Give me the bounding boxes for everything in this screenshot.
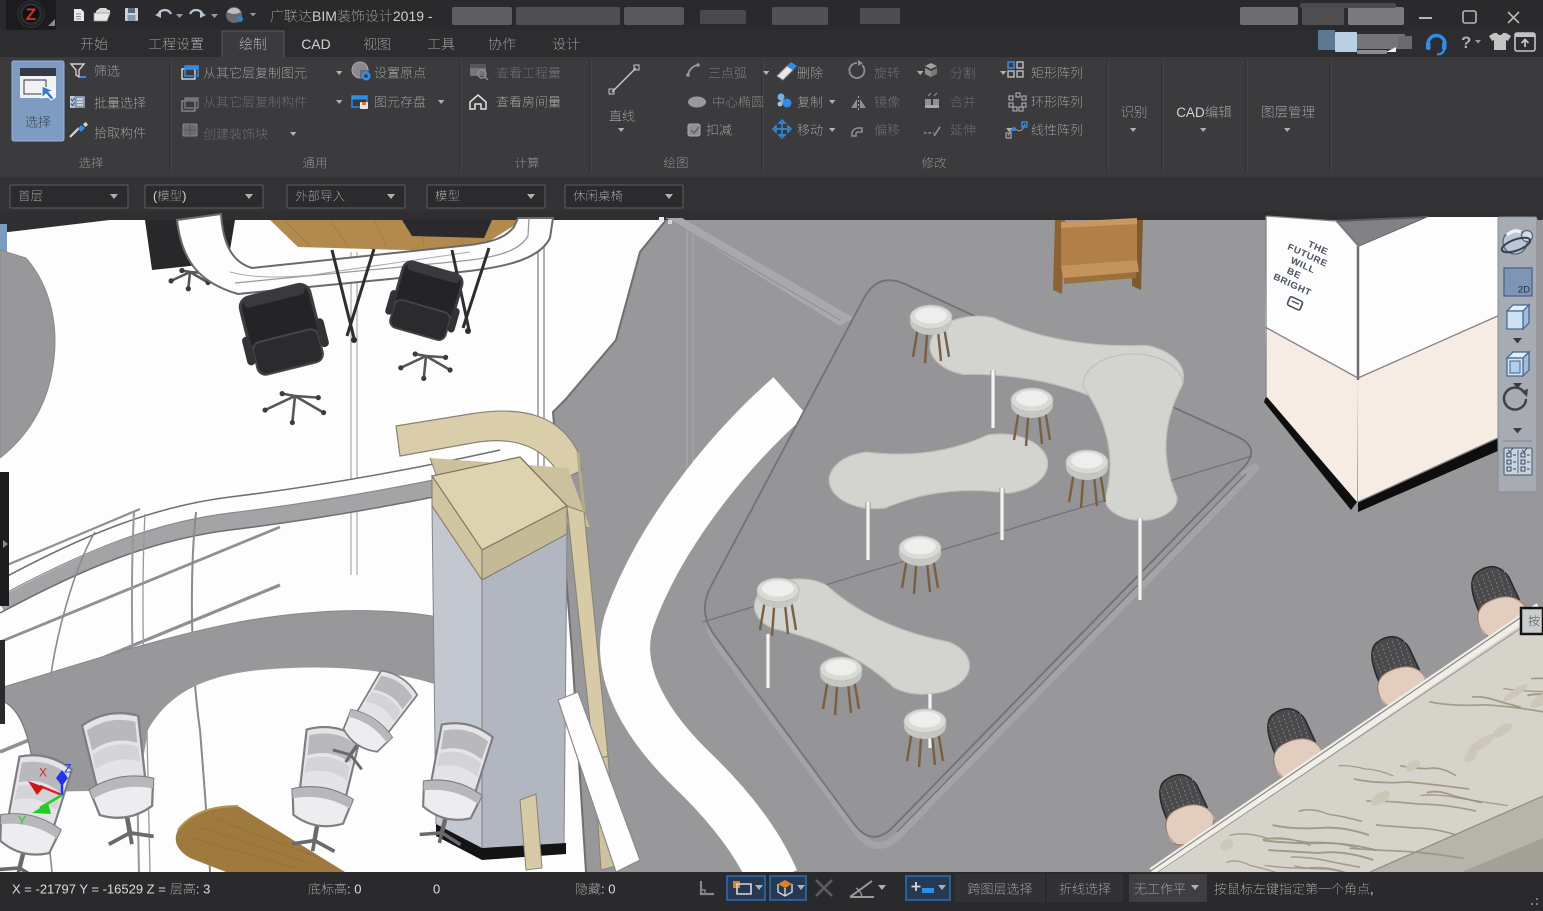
svg-text:CAD: CAD bbox=[301, 36, 331, 52]
svg-text:2D: 2D bbox=[1518, 284, 1530, 295]
svg-text:0: 0 bbox=[433, 882, 440, 897]
svg-text:X = -21797 Y = -16529 Z =: X = -21797 Y = -16529 Z = bbox=[12, 882, 166, 897]
svg-text:X: X bbox=[39, 765, 47, 779]
svg-text:BIM: BIM bbox=[312, 8, 337, 24]
svg-text:): ) bbox=[182, 189, 186, 203]
svg-text:Z: Z bbox=[64, 761, 71, 775]
svg-text:: 0: : 0 bbox=[601, 882, 615, 897]
svg-text:,: , bbox=[1370, 882, 1374, 897]
svg-text:Y: Y bbox=[18, 813, 26, 827]
svg-text:CAD: CAD bbox=[1176, 105, 1205, 120]
svg-text:Z: Z bbox=[26, 5, 36, 24]
svg-text:: 3: : 3 bbox=[196, 882, 210, 897]
svg-text:?: ? bbox=[1461, 33, 1471, 52]
svg-text:2019 -: 2019 - bbox=[393, 8, 433, 24]
svg-text:: 0: : 0 bbox=[347, 882, 361, 897]
